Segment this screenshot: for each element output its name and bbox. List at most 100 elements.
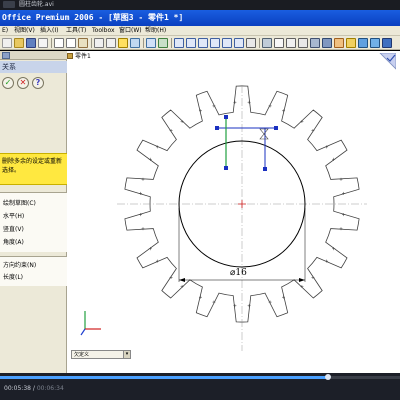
player-title-bar: 圆柱齿轮.avi — [0, 0, 400, 10]
sketch-point-marker — [141, 177, 145, 181]
part-icon — [67, 53, 73, 59]
zoom-selection-icon[interactable] — [210, 38, 220, 48]
shadows-icon[interactable] — [346, 38, 356, 48]
sketch-point-marker — [339, 177, 343, 181]
view-orientation-icon[interactable] — [358, 38, 368, 48]
toolbar — [0, 36, 400, 50]
save-icon[interactable] — [26, 38, 36, 48]
panel-title: 关系 — [0, 61, 67, 73]
sketch-point-marker — [180, 120, 184, 123]
help-icon: ? — [35, 78, 41, 87]
rebuild-icon[interactable] — [118, 38, 128, 48]
options-icon[interactable] — [130, 38, 140, 48]
player-file-title: 圆柱齿轮.avi — [19, 1, 54, 8]
menu-item-window[interactable]: 窗口(W) — [119, 26, 142, 36]
property-manager-tab-icon[interactable] — [2, 52, 10, 59]
property-manager: 关系 ✓ ✕ ? 删除多余的设定或重新选择。 绘制草图(C) 水平(H) 竖直(… — [0, 51, 67, 373]
sketch-point-marker — [141, 227, 145, 231]
sketch-endpoint — [274, 126, 278, 130]
graphics-area[interactable]: 零件1 ⌀16 欠定义 ▾ — [67, 51, 400, 373]
options-group: 绘制草图(C) 水平(H) 竖直(V) 角度(A) — [0, 192, 67, 252]
menu-item-tools[interactable]: 工具(T) — [66, 26, 86, 36]
standard-views-icon[interactable] — [370, 38, 380, 48]
player-logo-icon — [3, 1, 15, 8]
menu-item-insert[interactable]: 插入(I) — [40, 26, 58, 36]
origin-icon — [238, 200, 246, 208]
seek-bar-progress — [0, 376, 328, 379]
zoom-in-out-icon[interactable] — [198, 38, 208, 48]
status-dropdown[interactable]: 欠定义 ▾ — [71, 350, 131, 359]
dimension-arrow-right — [299, 278, 305, 282]
sketch-endpoint — [224, 166, 228, 170]
panel-tab-strip — [0, 51, 67, 60]
constraint-glyph-icon — [259, 128, 269, 140]
option-label-3[interactable]: 竖直(V) — [3, 226, 24, 234]
copy-icon[interactable] — [66, 38, 76, 48]
print-icon[interactable] — [38, 38, 48, 48]
hidden-lines-removed-icon[interactable] — [298, 38, 308, 48]
feature-tree-part-label[interactable]: 零件1 — [75, 53, 91, 61]
menu-item-view[interactable]: 视图(V) — [14, 26, 35, 36]
message-box: 删除多余的设定或重新选择。 — [0, 153, 67, 185]
new-icon[interactable] — [2, 38, 12, 48]
app-title: Office Premium 2006 - [草图3 - 零件1 *] — [2, 13, 184, 22]
menu-item-edit[interactable]: E) — [2, 26, 8, 36]
shaded-with-edges-icon[interactable] — [310, 38, 320, 48]
help-button[interactable]: ? — [32, 77, 44, 89]
seek-bar-handle[interactable] — [325, 374, 331, 380]
shaded-icon[interactable] — [322, 38, 332, 48]
confirm-row: ✓ ✕ ? — [0, 75, 67, 91]
screen: 圆柱齿轮.avi Office Premium 2006 - [草图3 - 零件… — [0, 0, 400, 400]
confirmation-corner[interactable] — [376, 53, 396, 71]
open-icon[interactable] — [14, 38, 24, 48]
dimension-arrow-left — [179, 278, 185, 282]
rotate-view-icon[interactable] — [222, 38, 232, 48]
undo-icon[interactable] — [94, 38, 104, 48]
perspective-icon[interactable] — [334, 38, 344, 48]
parameter-label-2[interactable]: 长度(L) — [3, 274, 23, 282]
seek-bar[interactable] — [0, 374, 400, 380]
message-text: 删除多余的设定或重新选择。 — [2, 158, 63, 174]
cut-icon[interactable] — [54, 38, 64, 48]
select-icon[interactable] — [146, 38, 156, 48]
diameter-dimension-label[interactable]: ⌀16 — [230, 268, 247, 279]
close-icon: ✕ — [19, 78, 27, 87]
redo-icon[interactable] — [106, 38, 116, 48]
sketch-point-marker — [180, 285, 184, 288]
parameter-label-1[interactable]: 方向约束(N) — [3, 262, 36, 270]
confirmation-corner-icon — [379, 53, 396, 70]
previous-view-icon[interactable] — [246, 38, 256, 48]
zoom-fit-icon[interactable] — [174, 38, 184, 48]
zoom-area-icon[interactable] — [186, 38, 196, 48]
parameters-group: 方向约束(N) 长度(L) — [0, 256, 67, 286]
option-label-4[interactable]: 角度(A) — [3, 239, 24, 247]
ok-button[interactable]: ✓ — [2, 77, 14, 89]
total-time: 00:06:34 — [36, 385, 64, 392]
hidden-lines-visible-icon[interactable] — [286, 38, 296, 48]
menu-item-toolbox[interactable]: Toolbox — [92, 26, 115, 36]
sketch-point-marker — [300, 285, 304, 288]
app-title-bar: Office Premium 2006 - [草图3 - 零件1 *] — [0, 10, 400, 26]
status-dropdown-label: 欠定义 — [74, 352, 90, 358]
paste-icon[interactable] — [78, 38, 88, 48]
option-label-1[interactable]: 绘制草图(C) — [3, 200, 36, 208]
current-time: 00:05:38 — [4, 385, 31, 392]
sketch-point-marker — [339, 227, 343, 231]
sketch-endpoint — [224, 115, 228, 119]
option-label-2[interactable]: 水平(H) — [3, 213, 24, 221]
section-view-icon[interactable] — [262, 38, 272, 48]
pan-icon[interactable] — [234, 38, 244, 48]
menu-item-help[interactable]: 帮助(H) — [145, 26, 166, 36]
player-controls: 00:05:38 / 00:06:34 — [0, 373, 400, 400]
isometric-icon[interactable] — [382, 38, 392, 48]
playback-time: 00:05:38 / 00:06:34 — [4, 385, 64, 392]
cancel-button[interactable]: ✕ — [17, 77, 29, 89]
z-axis-icon — [80, 328, 86, 336]
grid-icon[interactable] — [158, 38, 168, 48]
sketch-point-marker — [300, 120, 304, 123]
check-icon: ✓ — [4, 78, 12, 87]
sketch-endpoint — [215, 126, 219, 130]
wireframe-icon[interactable] — [274, 38, 284, 48]
menu-bar: E) 视图(V) 插入(I) 工具(T) Toolbox 窗口(W) 帮助(H) — [0, 26, 400, 36]
sketch-canvas[interactable] — [67, 51, 400, 373]
